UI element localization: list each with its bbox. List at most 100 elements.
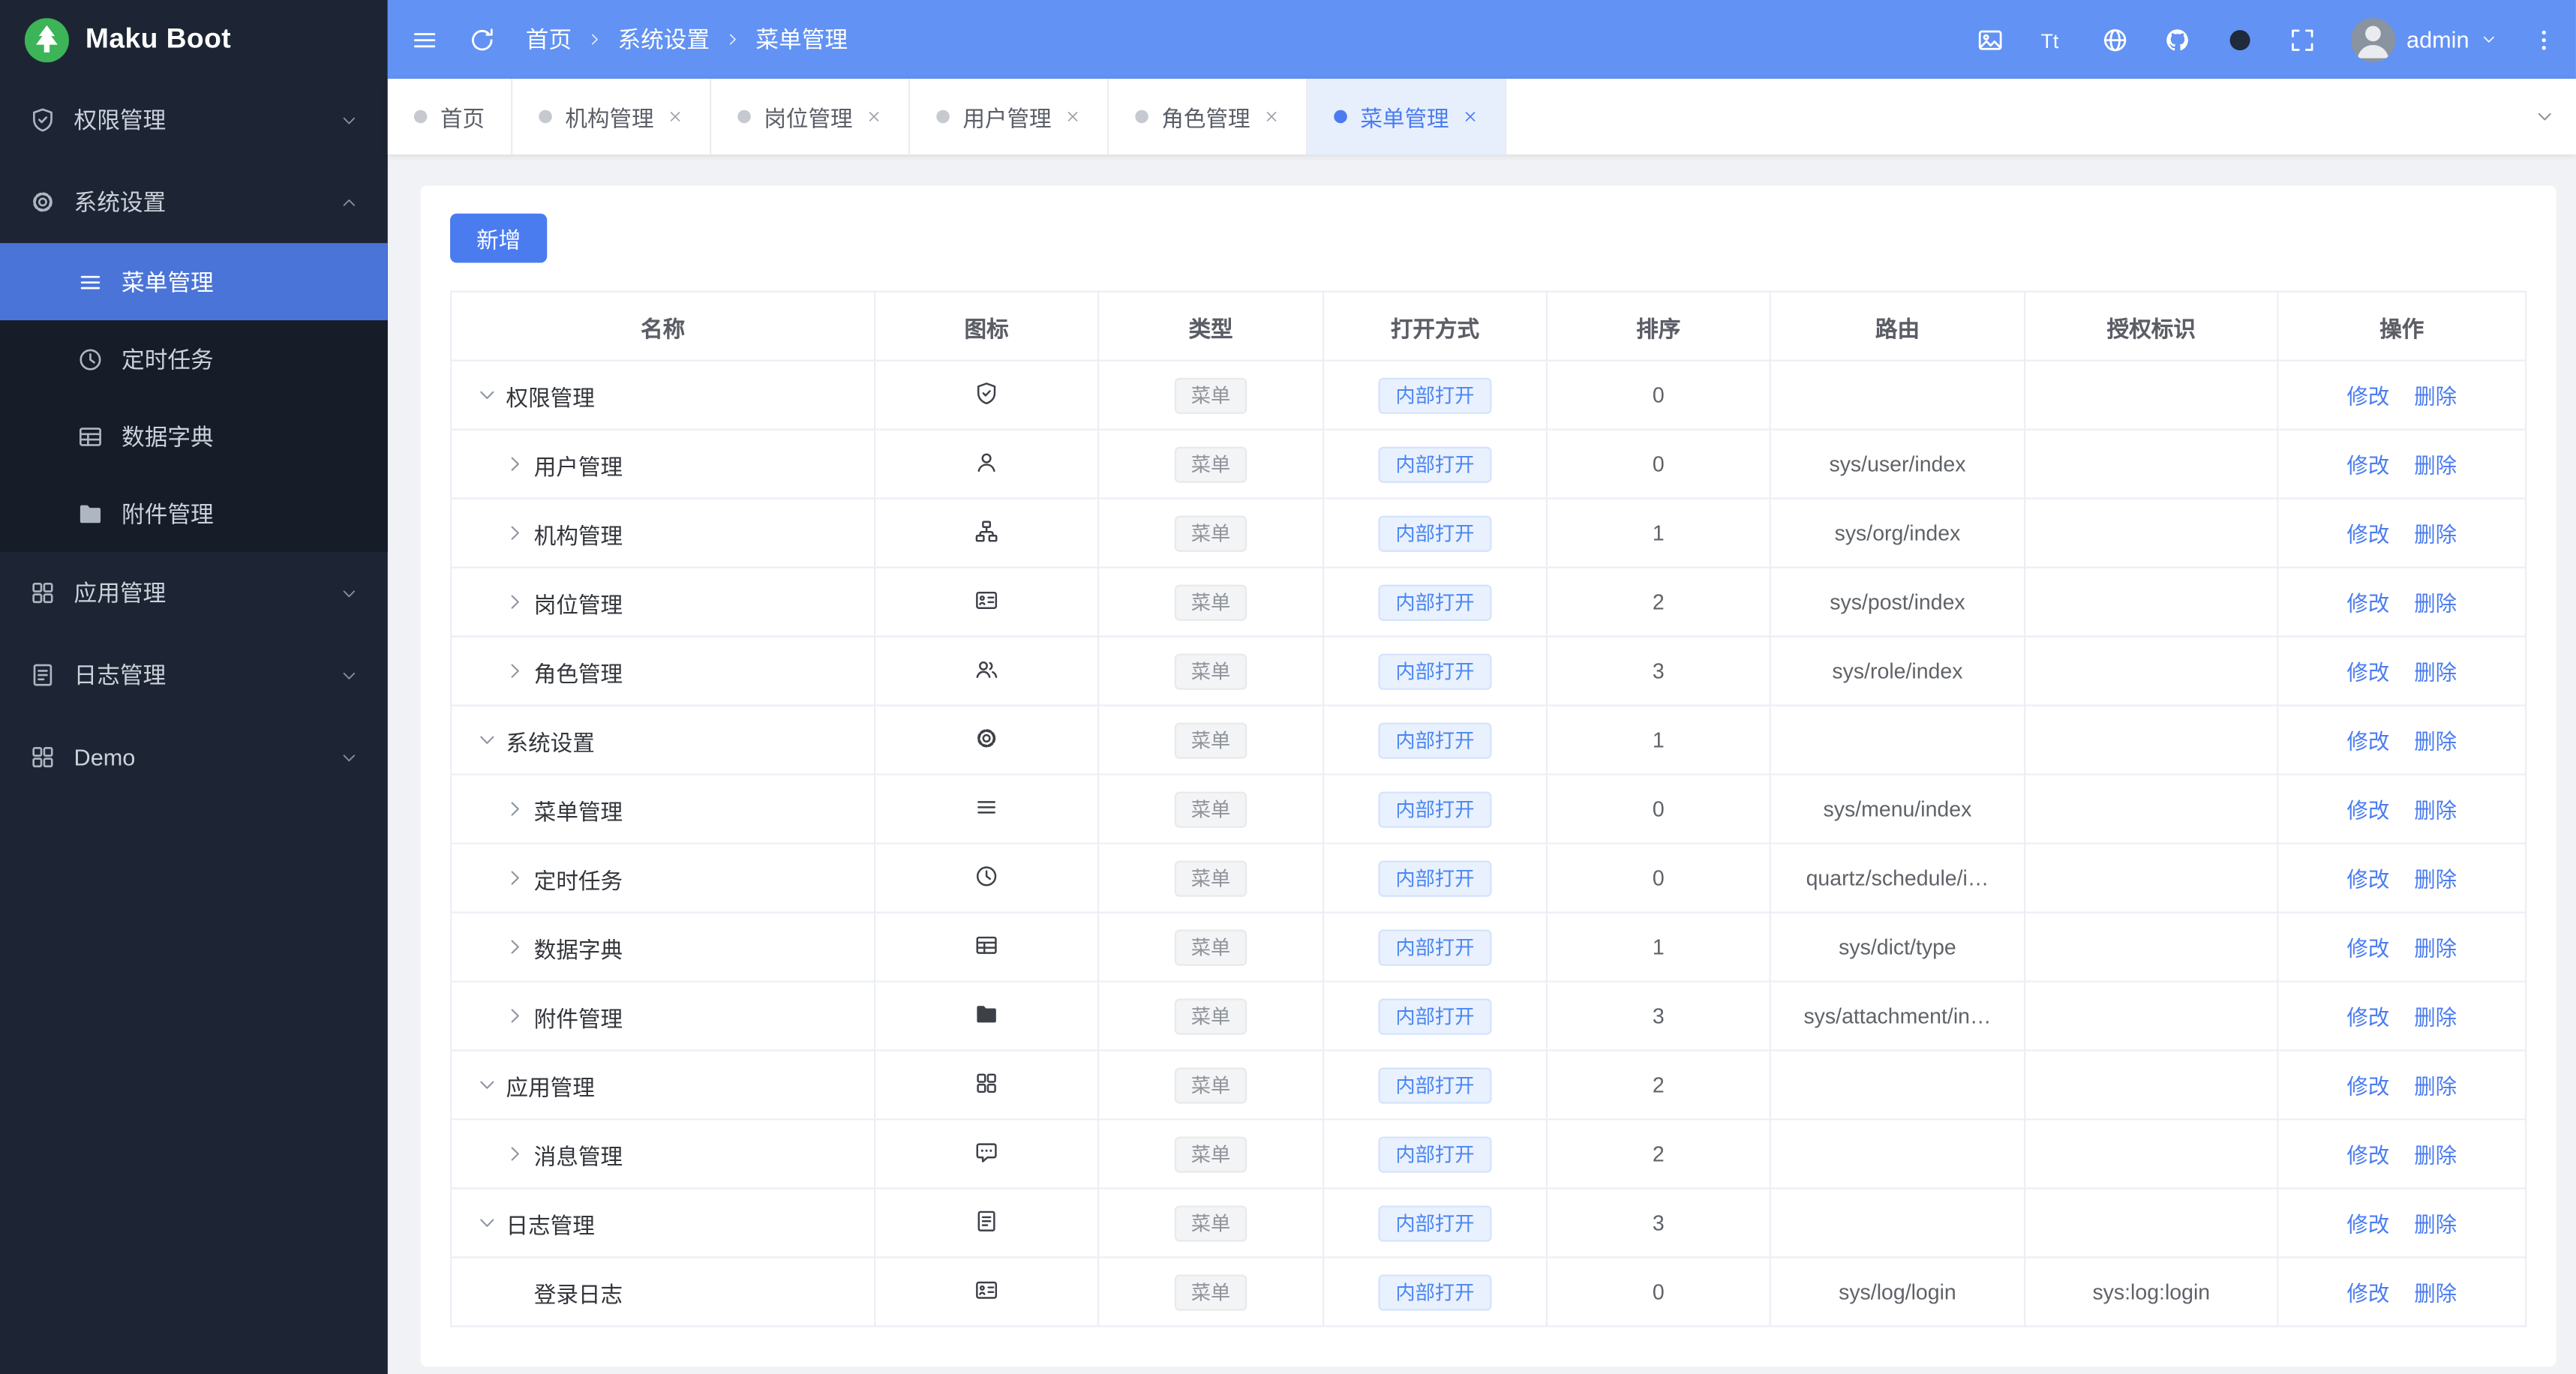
type-tag: 菜单: [1174, 1204, 1247, 1241]
close-icon[interactable]: [866, 109, 882, 125]
tab[interactable]: 用户管理: [910, 79, 1109, 154]
edit-link[interactable]: 修改: [2346, 729, 2389, 754]
chevron-right-icon[interactable]: [504, 591, 525, 612]
edit-link[interactable]: 修改: [2346, 936, 2389, 961]
sort-value: 2: [1545, 1118, 1771, 1190]
fullscreen-icon[interactable]: [2288, 26, 2316, 53]
edit-link[interactable]: 修改: [2346, 660, 2389, 685]
edit-link[interactable]: 修改: [2346, 384, 2389, 409]
tabs-dropdown-button[interactable]: [2514, 79, 2576, 154]
edit-link[interactable]: 修改: [2346, 798, 2389, 823]
edit-link[interactable]: 修改: [2346, 1143, 2389, 1168]
close-icon[interactable]: [667, 109, 683, 125]
delete-link[interactable]: 删除: [2414, 384, 2457, 409]
tab[interactable]: 首页: [388, 79, 513, 154]
type-tag: 菜单: [1174, 928, 1247, 965]
main-area: 首页 系统设置 菜单管理 Tt admin 首页 机构管理 岗位管理 用户管理 角色管理 菜单…: [387, 0, 2576, 1374]
sidebar-item[interactable]: 系统设置: [0, 161, 388, 243]
avatar[interactable]: [2350, 16, 2395, 62]
sidebar-item[interactable]: 应用管理: [0, 552, 388, 634]
chevron-up-icon: [340, 193, 358, 211]
chevron-right-icon[interactable]: [504, 1143, 525, 1164]
folder-icon: [974, 1001, 999, 1026]
chevron-right-icon[interactable]: [504, 522, 525, 543]
delete-link[interactable]: 删除: [2414, 660, 2457, 685]
sidebar-subitem[interactable]: 附件管理: [0, 475, 388, 552]
chevron-right-icon[interactable]: [504, 798, 525, 819]
delete-link[interactable]: 删除: [2414, 1005, 2457, 1030]
sidebar-subitem[interactable]: 菜单管理: [0, 243, 388, 321]
delete-link[interactable]: 删除: [2414, 591, 2457, 616]
github-icon[interactable]: [2163, 26, 2191, 53]
open-type-tag: 内部打开: [1379, 790, 1491, 827]
sidebar-item[interactable]: Demo: [0, 716, 388, 799]
edit-link[interactable]: 修改: [2346, 522, 2389, 547]
image-icon[interactable]: [1976, 26, 2004, 53]
user-menu[interactable]: admin: [2350, 16, 2497, 62]
delete-link[interactable]: 删除: [2414, 867, 2457, 892]
chevron-down-icon[interactable]: [476, 384, 497, 405]
refresh-icon[interactable]: [468, 26, 496, 53]
edit-link[interactable]: 修改: [2346, 1212, 2389, 1237]
delete-link[interactable]: 删除: [2414, 522, 2457, 547]
breadcrumb-item[interactable]: 系统设置: [617, 23, 710, 56]
delete-link[interactable]: 删除: [2414, 1212, 2457, 1237]
chevron-right-icon[interactable]: [504, 867, 525, 888]
row-name: 权限管理: [506, 385, 595, 410]
edit-link[interactable]: 修改: [2346, 867, 2389, 892]
close-icon[interactable]: [1462, 109, 1479, 125]
edit-link[interactable]: 修改: [2346, 453, 2389, 478]
auth-value: [2024, 1118, 2279, 1190]
tab[interactable]: 角色管理: [1109, 79, 1308, 154]
delete-link[interactable]: 删除: [2414, 798, 2457, 823]
chevron-right-icon[interactable]: [504, 453, 525, 474]
tab[interactable]: 岗位管理: [711, 79, 911, 154]
close-icon[interactable]: [1064, 109, 1081, 125]
shield-icon: [974, 380, 999, 405]
sidebar-subitem[interactable]: 定时任务: [0, 320, 388, 398]
edit-link[interactable]: 修改: [2346, 1005, 2389, 1030]
breadcrumb-item[interactable]: 菜单管理: [755, 23, 848, 56]
sort-value: 3: [1545, 1187, 1771, 1258]
tab[interactable]: 菜单管理: [1308, 79, 1507, 154]
more-options-icon[interactable]: [2532, 27, 2556, 52]
delete-link[interactable]: 删除: [2414, 453, 2457, 478]
edit-link[interactable]: 修改: [2346, 1281, 2389, 1306]
theme-icon[interactable]: [2226, 26, 2253, 53]
delete-link[interactable]: 删除: [2414, 1074, 2457, 1099]
route-value: sys/menu/index: [1769, 773, 2026, 844]
edit-link[interactable]: 修改: [2346, 591, 2389, 616]
chevron-right-icon[interactable]: [504, 936, 525, 957]
add-button[interactable]: 新增: [450, 213, 548, 263]
edit-link[interactable]: 修改: [2346, 1074, 2389, 1099]
chevron-down-icon[interactable]: [476, 1074, 497, 1095]
sidebar-submenu: 菜单管理 定时任务 数据字典 附件管理: [0, 243, 388, 552]
tab-label: 岗位管理: [764, 106, 853, 132]
delete-link[interactable]: 删除: [2414, 1143, 2457, 1168]
delete-link[interactable]: 删除: [2414, 936, 2457, 961]
breadcrumb: 首页 系统设置 菜单管理: [526, 23, 848, 56]
close-icon[interactable]: [1263, 109, 1280, 125]
sidebar-item-label: 系统设置: [74, 188, 167, 215]
font-size-icon[interactable]: Tt: [2038, 26, 2066, 53]
route-value: [1769, 1187, 2026, 1258]
sidebar-subitem[interactable]: 数据字典: [0, 398, 388, 475]
postcard-icon: [974, 587, 999, 612]
chevron-right-icon[interactable]: [504, 1005, 525, 1026]
topbar: 首页 系统设置 菜单管理 Tt admin: [387, 0, 2576, 80]
sidebar-item[interactable]: 日志管理: [0, 634, 388, 716]
chevron-down-icon[interactable]: [476, 729, 497, 750]
globe-icon[interactable]: [2101, 26, 2129, 53]
tab-label: 机构管理: [565, 106, 654, 132]
delete-link[interactable]: 删除: [2414, 729, 2457, 754]
users-icon: [974, 656, 999, 681]
delete-link[interactable]: 删除: [2414, 1281, 2457, 1306]
row-name: 登录日志: [533, 1282, 623, 1307]
tab-label: 角色管理: [1161, 106, 1250, 132]
chevron-right-icon[interactable]: [504, 660, 525, 681]
tab[interactable]: 机构管理: [512, 79, 712, 154]
chevron-down-icon[interactable]: [476, 1212, 497, 1233]
hamburger-icon[interactable]: [411, 26, 439, 53]
sidebar-item[interactable]: 权限管理: [0, 79, 388, 161]
breadcrumb-item[interactable]: 首页: [526, 23, 572, 56]
